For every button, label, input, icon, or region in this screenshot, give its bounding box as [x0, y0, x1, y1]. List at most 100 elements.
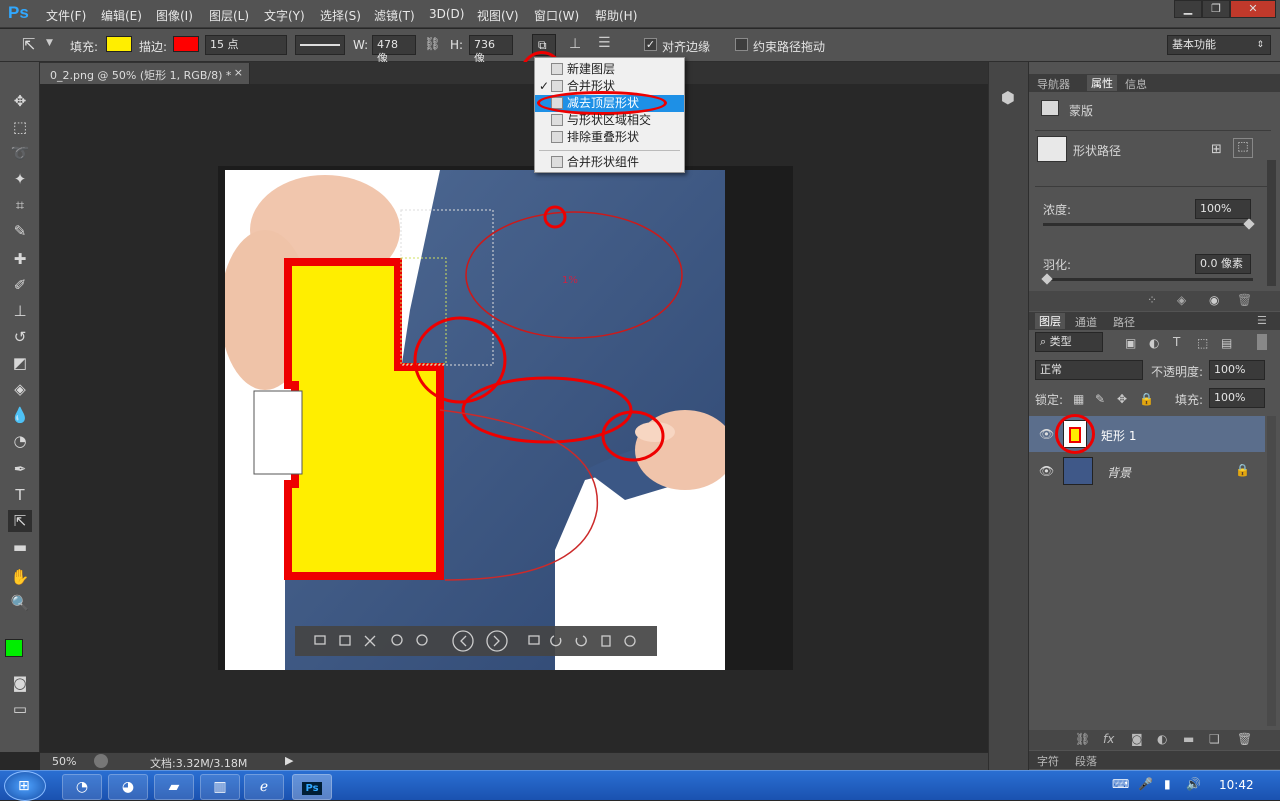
- add-layer-mask-icon[interactable]: ◙: [1131, 732, 1143, 746]
- tab-navigator[interactable]: 导航器: [1037, 76, 1070, 92]
- stroke-type-dropdown[interactable]: [295, 35, 345, 55]
- delete-layer-icon[interactable]: 🗑: [1237, 732, 1252, 746]
- marquee-tool-icon[interactable]: ⬚: [8, 116, 32, 138]
- menu-image[interactable]: 图像(I): [156, 7, 193, 24]
- eyedropper-tool-icon[interactable]: ✎: [8, 220, 32, 242]
- menu-filter[interactable]: 滤镜(T): [374, 7, 415, 24]
- restore-button[interactable]: ❐: [1202, 0, 1230, 18]
- close-tab-icon[interactable]: ×: [234, 66, 243, 79]
- healing-brush-tool-icon[interactable]: ✚: [8, 248, 32, 270]
- layer-name[interactable]: 背景: [1107, 464, 1131, 481]
- stamp-tool-icon[interactable]: ⊥: [8, 300, 32, 322]
- panel-menu-icon[interactable]: ☰: [1257, 314, 1267, 327]
- constrain-path-checkbox[interactable]: [735, 38, 748, 51]
- network-icon[interactable]: ▮: [1164, 777, 1171, 791]
- feather-field[interactable]: 0.0 像素: [1195, 254, 1251, 274]
- tab-channels[interactable]: 通道: [1075, 314, 1097, 330]
- taskbar-photoshop[interactable]: Ps: [292, 774, 332, 800]
- type-filter-icon[interactable]: T: [1173, 335, 1180, 349]
- width-field[interactable]: 478 像: [372, 35, 416, 65]
- group-folder-icon[interactable]: ▬: [1183, 732, 1194, 746]
- visibility-icon[interactable]: ◉: [1209, 293, 1219, 307]
- eye-outline-icon[interactable]: ◈: [1177, 293, 1186, 307]
- zoom-tool-icon[interactable]: 🔍: [8, 592, 32, 614]
- shape-filter-icon[interactable]: ⬚: [1197, 336, 1208, 350]
- workspace-dropdown[interactable]: 基本功能 ⇕: [1167, 35, 1271, 55]
- tab-properties[interactable]: 属性: [1087, 75, 1117, 91]
- layer-row[interactable]: 👁 背景 🔒: [1029, 453, 1265, 489]
- properties-scrollbar[interactable]: [1267, 160, 1276, 286]
- eye-icon[interactable]: 👁: [1039, 464, 1054, 478]
- eye-icon[interactable]: 👁: [1039, 427, 1054, 441]
- document-canvas[interactable]: 1%: [225, 170, 725, 670]
- density-slider[interactable]: [1043, 218, 1255, 230]
- menu-item-exclude-overlap[interactable]: 排除重叠形状: [535, 129, 684, 146]
- selection-icon[interactable]: ⁘: [1147, 293, 1157, 307]
- feather-slider[interactable]: [1041, 273, 1253, 285]
- stroke-swatch[interactable]: [173, 36, 199, 52]
- feather-slider-thumb[interactable]: [1041, 273, 1053, 285]
- opacity-field[interactable]: 100%: [1209, 360, 1265, 380]
- lock-position-icon[interactable]: ✥: [1117, 392, 1127, 406]
- menu-file[interactable]: 文件(F): [46, 7, 86, 24]
- start-button[interactable]: ⊞: [4, 771, 46, 801]
- document-tab[interactable]: 0_2.png @ 50% (矩形 1, RGB/8) * ×: [40, 63, 250, 84]
- adjustment-filter-icon[interactable]: ◐: [1149, 336, 1159, 350]
- taskbar-app-2[interactable]: ◕: [108, 774, 148, 800]
- close-button[interactable]: ✕: [1230, 0, 1276, 18]
- new-layer-icon[interactable]: ❑: [1209, 732, 1220, 746]
- minimize-button[interactable]: ▁: [1174, 0, 1202, 18]
- path-arrangement-icon[interactable]: ☰: [598, 35, 611, 51]
- dodge-tool-icon[interactable]: ◔: [8, 430, 32, 452]
- menu-item-new-layer[interactable]: 新建图层: [535, 61, 684, 78]
- crop-tool-icon[interactable]: ⌗: [8, 194, 32, 216]
- tab-paths[interactable]: 路径: [1113, 314, 1135, 330]
- tab-character[interactable]: 字符: [1037, 753, 1059, 769]
- menu-item-merge-shape-components[interactable]: 合并形状组件: [535, 154, 684, 171]
- paint-bucket-tool-icon[interactable]: ◈: [8, 378, 32, 400]
- direct-select-tool-icon[interactable]: ⇱: [22, 35, 35, 54]
- pixel-filter-icon[interactable]: ▣: [1125, 336, 1136, 350]
- history-brush-tool-icon[interactable]: ↺: [8, 326, 32, 348]
- tab-paragraph[interactable]: 段落: [1075, 753, 1097, 769]
- fill-swatch[interactable]: [106, 36, 132, 52]
- align-edges-checkbox[interactable]: ✓: [644, 38, 657, 51]
- lock-all-icon[interactable]: 🔒: [1139, 392, 1154, 406]
- menu-window[interactable]: 窗口(W): [534, 7, 579, 24]
- trash-icon[interactable]: 🗑: [1237, 293, 1252, 307]
- layer-row-selected[interactable]: 👁 矩形 1: [1029, 414, 1265, 454]
- add-mask-icon[interactable]: ⊞: [1211, 142, 1222, 157]
- keyboard-icon[interactable]: ⌨: [1112, 777, 1129, 791]
- lock-transparency-icon[interactable]: ▦: [1073, 392, 1084, 406]
- layers-scrollbar[interactable]: [1267, 416, 1276, 726]
- stroke-width-field[interactable]: 15 点: [205, 35, 287, 55]
- height-field[interactable]: 736 像: [469, 35, 513, 65]
- zoom-level[interactable]: 50%: [52, 755, 76, 768]
- type-tool-icon[interactable]: T: [8, 484, 32, 506]
- brush-tool-icon[interactable]: ✐: [8, 274, 32, 296]
- pen-tool-icon[interactable]: ✒: [8, 458, 32, 480]
- blend-mode-dropdown[interactable]: 正常: [1035, 360, 1143, 380]
- fx-icon[interactable]: fx: [1103, 732, 1114, 746]
- blur-tool-icon[interactable]: 💧: [8, 404, 32, 426]
- link-icon[interactable]: ⛓: [424, 37, 441, 52]
- quick-mask-icon[interactable]: ◙: [8, 672, 32, 694]
- taskbar-app-1[interactable]: ◔: [62, 774, 102, 800]
- density-slider-thumb[interactable]: [1243, 218, 1255, 230]
- lasso-tool-icon[interactable]: ➰: [8, 142, 32, 164]
- shape-tool-icon[interactable]: ▬: [8, 536, 32, 558]
- smart-object-filter-icon[interactable]: ▤: [1221, 336, 1232, 350]
- menu-type[interactable]: 文字(Y): [264, 7, 305, 24]
- status-arrow-icon[interactable]: ▶: [285, 754, 293, 767]
- density-field[interactable]: 100%: [1195, 199, 1251, 219]
- fill-field[interactable]: 100%: [1209, 388, 1265, 408]
- white-shape[interactable]: [253, 390, 303, 475]
- volume-icon[interactable]: 🔊: [1186, 777, 1201, 791]
- 3d-cube-icon[interactable]: ⬢: [1001, 88, 1015, 107]
- status-icon[interactable]: [94, 754, 108, 768]
- layer-kind-filter[interactable]: ⌕ 类型: [1035, 332, 1103, 352]
- link-layers-icon[interactable]: ⛓: [1075, 732, 1090, 746]
- chevron-down-icon[interactable]: ▼: [46, 38, 53, 48]
- taskbar-app-3[interactable]: ▥: [200, 774, 240, 800]
- adjustment-layer-icon[interactable]: ◐: [1157, 732, 1167, 746]
